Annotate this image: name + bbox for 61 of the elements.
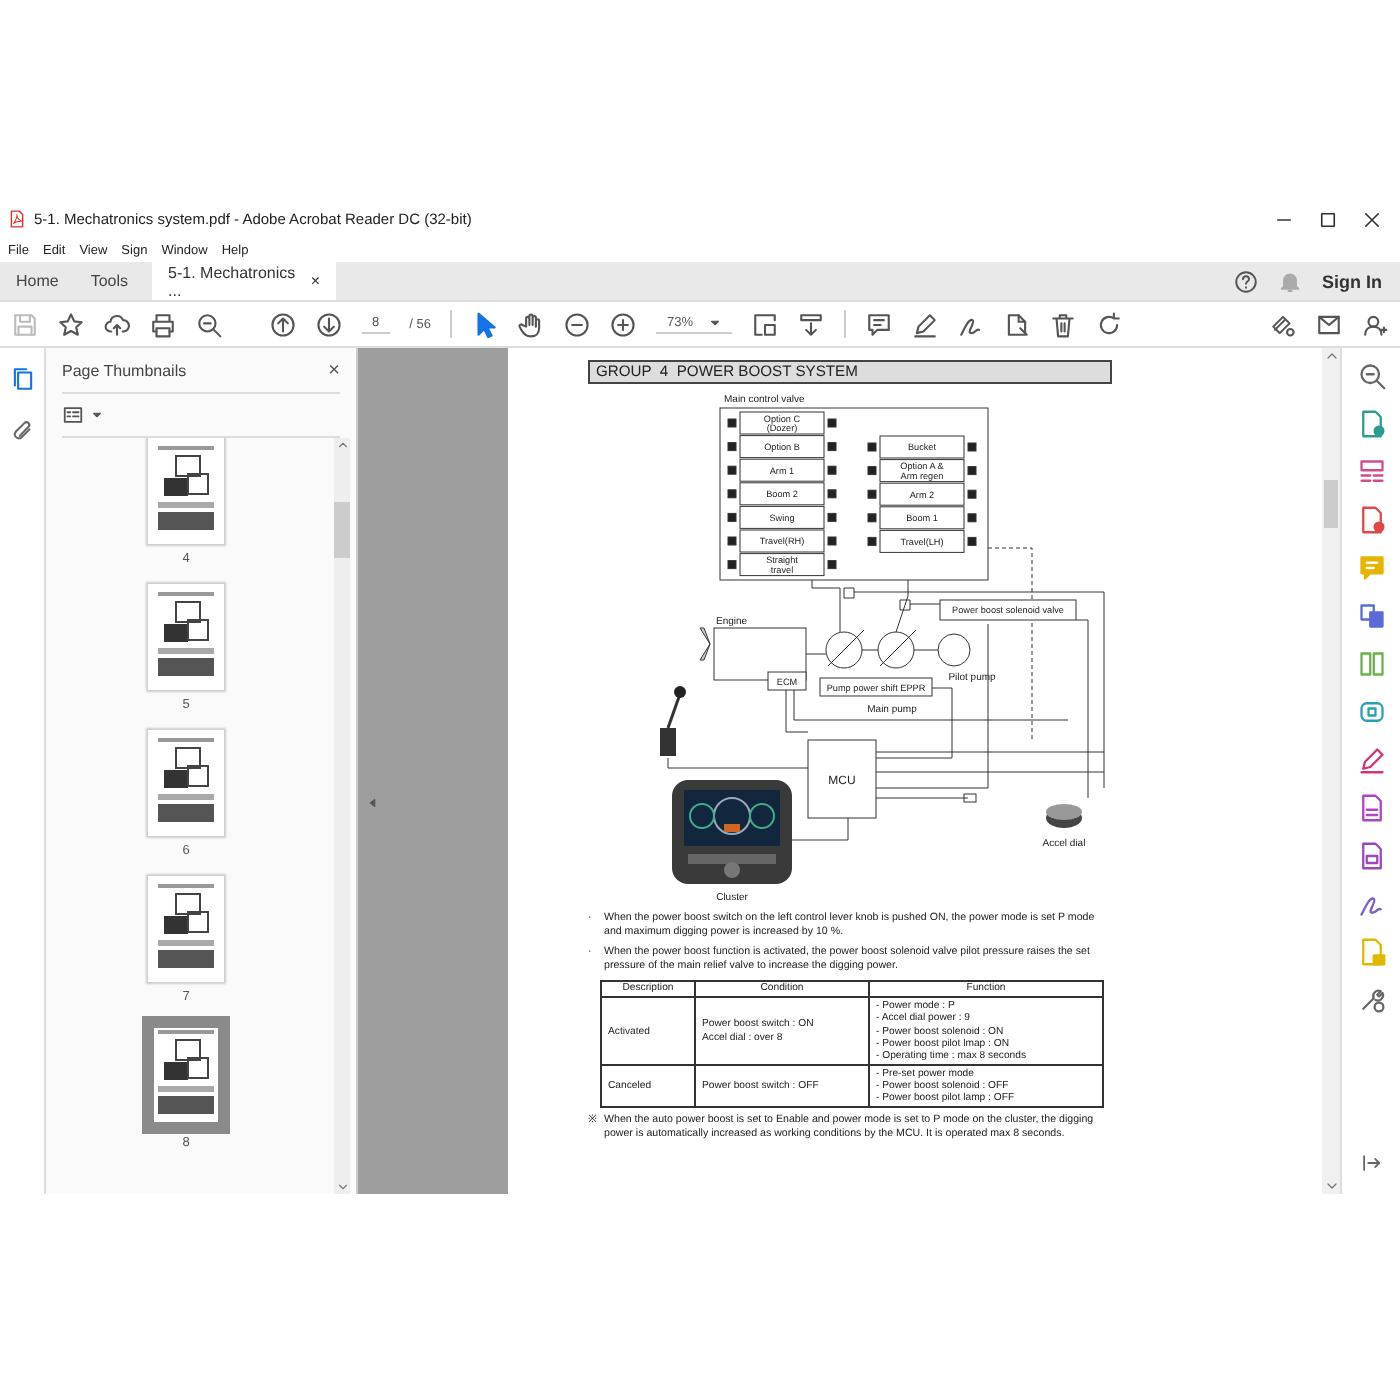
add-person-icon[interactable]: [1362, 311, 1388, 337]
page-thumbnail[interactable]: [148, 730, 224, 836]
paperclip-icon[interactable]: [9, 418, 35, 444]
star-icon[interactable]: [58, 311, 84, 337]
scroll-down-icon[interactable]: [1323, 1178, 1339, 1194]
previous-page-icon[interactable]: [270, 311, 296, 337]
sign-in-button[interactable]: Sign In: [1322, 271, 1382, 291]
fit-page-icon[interactable]: [752, 311, 779, 337]
thumbnail-options-icon[interactable]: [62, 404, 84, 426]
scroll-up-icon[interactable]: [1323, 348, 1339, 364]
page-thumbnail[interactable]: [148, 584, 224, 690]
tab[interactable]: Tools: [74, 262, 145, 300]
share-link-icon[interactable]: [1270, 311, 1296, 337]
wrench-icon[interactable]: [1357, 986, 1385, 1014]
scrollbar[interactable]: [1322, 348, 1340, 1194]
panel-title: Page Thumbnails: [62, 361, 187, 379]
pages-icon[interactable]: [9, 366, 35, 392]
print-icon[interactable]: [150, 311, 176, 337]
export-pdf-icon[interactable]: [1357, 410, 1385, 438]
caret-icon: [708, 316, 723, 330]
zoom-in-icon[interactable]: [610, 311, 637, 337]
trash-icon[interactable]: [1050, 311, 1077, 337]
cursor-icon[interactable]: [472, 311, 499, 337]
layout-icon[interactable]: [1357, 458, 1385, 486]
zoom-out-icon[interactable]: [564, 311, 591, 337]
document-icon[interactable]: [1357, 794, 1385, 822]
scroll-down-icon[interactable]: [335, 1180, 349, 1194]
hand-icon[interactable]: [518, 311, 545, 337]
scrollbar-thumb[interactable]: [1324, 480, 1338, 528]
scan-icon[interactable]: [1357, 698, 1385, 726]
highlight-pen-icon[interactable]: [912, 311, 939, 337]
scroll-mode-icon[interactable]: [798, 311, 825, 337]
add-text-icon[interactable]: [1004, 311, 1031, 337]
mail-icon[interactable]: [1316, 311, 1342, 337]
create-pdf-icon[interactable]: [1357, 506, 1385, 534]
comment-icon[interactable]: [866, 311, 893, 337]
scrollbar-thumb[interactable]: [334, 502, 350, 558]
scrollbar[interactable]: [334, 438, 350, 1194]
close-panel-button[interactable]: ×: [328, 359, 340, 381]
caret-icon[interactable]: [90, 408, 104, 422]
organize-pages-icon[interactable]: [1357, 650, 1385, 678]
combine-files-icon[interactable]: [1357, 602, 1385, 630]
search-icon[interactable]: [1357, 362, 1385, 390]
zoom-search-icon[interactable]: [196, 311, 222, 337]
close-icon[interactable]: [1362, 209, 1382, 229]
page-thumbnail[interactable]: [148, 438, 224, 544]
maximize-icon[interactable]: [1318, 209, 1338, 229]
close-tab-button[interactable]: ×: [310, 272, 321, 290]
rotate-icon[interactable]: [1096, 311, 1123, 337]
upload-icon[interactable]: [104, 311, 130, 337]
scroll-up-icon[interactable]: [335, 438, 349, 452]
collapse-panel-icon[interactable]: [1360, 1152, 1382, 1174]
next-page-icon[interactable]: [316, 311, 342, 337]
tab[interactable]: Home: [0, 262, 75, 300]
page-thumbnail[interactable]: [148, 876, 224, 982]
pen-icon[interactable]: [1357, 746, 1385, 774]
collapse-arrow-icon[interactable]: [366, 796, 380, 810]
help-icon[interactable]: [1234, 269, 1258, 293]
form-icon[interactable]: [1357, 842, 1385, 870]
page-thumbnail[interactable]: [148, 1022, 224, 1128]
pdf-file-icon: [8, 210, 26, 228]
